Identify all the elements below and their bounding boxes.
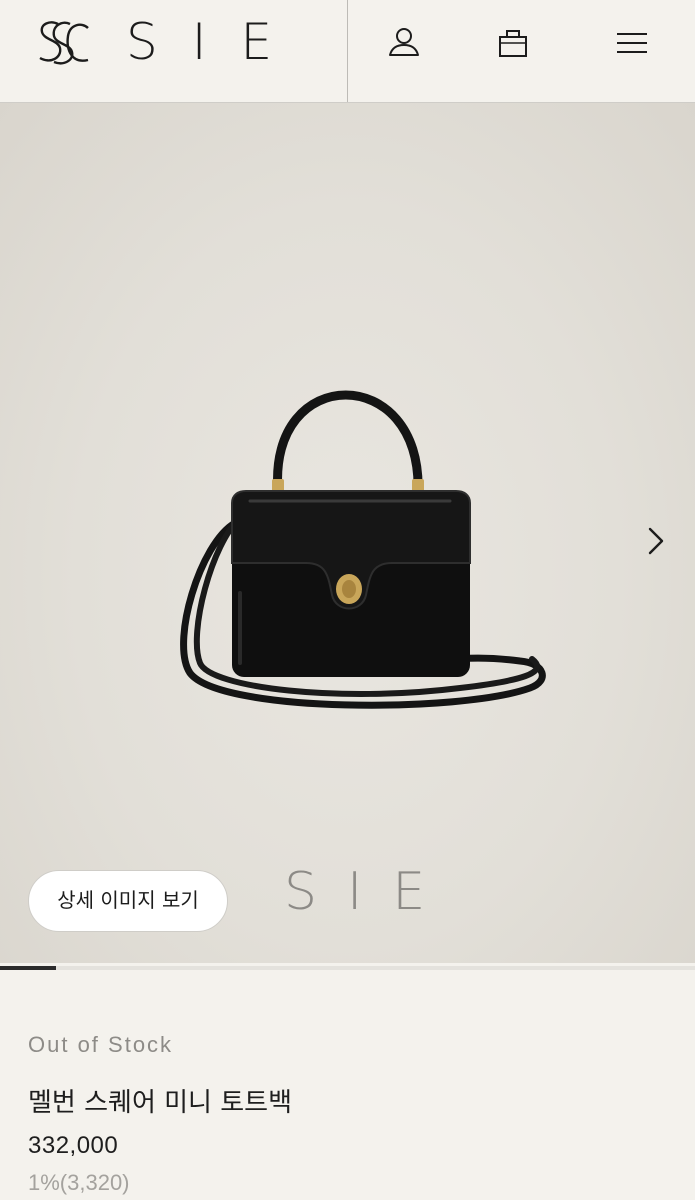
product-image-carousel[interactable]: 상세 이미지 보기 SIE [0,103,695,963]
product-image-handbag [180,390,546,709]
brand-logo-link[interactable]: SIE [0,0,348,102]
cart-button[interactable] [493,24,533,64]
carousel-progress-fill [0,966,56,970]
menu-button[interactable] [612,24,652,64]
brand-monogram-icon [39,21,89,65]
view-detail-images-button[interactable]: 상세 이미지 보기 [28,870,228,932]
brand-wordmark: SIE [126,13,307,71]
menu-icon [617,33,647,53]
reward-points: 1%(3,320) [28,1170,130,1195]
product-price: 332,000 [28,1132,119,1159]
carousel-next-icon[interactable] [640,521,670,561]
image-watermark: SIE [284,862,456,922]
stock-status: Out of Stock [28,1032,174,1057]
account-button[interactable] [384,24,424,64]
shopping-bag-icon [499,30,527,57]
site-header: SIE [0,0,695,103]
product-name: 멜번 스퀘어 미니 토트백 [28,1088,292,1118]
carousel-progress-bar [0,966,695,970]
account-icon [389,28,419,56]
